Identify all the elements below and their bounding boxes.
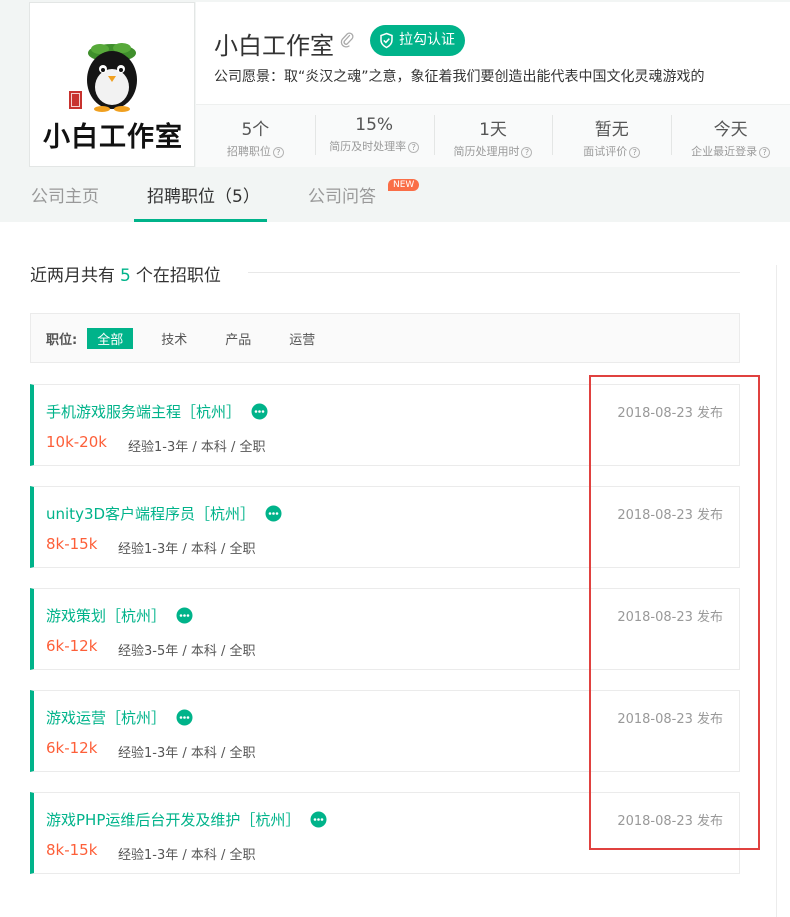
stat-value: 今天 — [713, 120, 748, 140]
job-requirements: 经验3-5年 / 本科 / 全职 — [118, 644, 256, 659]
summary-suffix: 个在招职位 — [135, 266, 221, 286]
stat-label: 企业最近登录? — [671, 143, 790, 159]
help-icon[interactable]: ? — [521, 147, 533, 158]
shield-check-icon — [380, 32, 393, 49]
filter-option-product[interactable]: 产品 — [215, 328, 261, 349]
stat-value: 5个 — [241, 120, 270, 140]
job-card[interactable]: unity3D客户端程序员［杭州］ 8k-15k 经验1-3年 / 本科 / 全… — [30, 486, 740, 568]
job-publish-date: 2018-08-23 发布 — [617, 406, 723, 421]
stat-value: 15% — [355, 115, 394, 135]
stat-resume-time: 1天 简历处理用时? — [433, 105, 553, 168]
job-publish-date: 2018-08-23 发布 — [617, 508, 723, 523]
company-logo: 小白工作室 — [29, 2, 195, 167]
job-requirements: 经验1-3年 / 本科 / 全职 — [118, 746, 256, 761]
help-icon[interactable]: ? — [272, 147, 284, 158]
job-count-summary: 近两月共有 5 个在招职位 — [30, 261, 221, 286]
job-title[interactable]: unity3D客户端程序员［杭州］ — [46, 503, 282, 524]
job-salary: 8k-15k — [46, 535, 98, 553]
job-card[interactable]: 游戏策划［杭州］ 6k-12k 经验3-5年 / 本科 / 全职 2018-08… — [30, 588, 740, 670]
job-requirements: 经验1-3年 / 本科 / 全职 — [128, 440, 266, 455]
job-salary: 6k-12k — [46, 739, 98, 757]
stat-last-login: 今天 企业最近登录? — [671, 105, 790, 168]
stat-interview-review: 暂无 面试评价? — [552, 105, 671, 168]
stat-value: 1天 — [479, 120, 507, 140]
job-requirements: 经验1-3年 / 本科 / 全职 — [118, 542, 256, 557]
job-salary: 10k-20k — [46, 433, 107, 451]
help-icon[interactable]: ? — [408, 142, 420, 153]
divider — [248, 272, 740, 273]
stat-value: 暂无 — [594, 120, 629, 140]
company-name: 小白工作室 — [214, 32, 334, 60]
job-card[interactable]: 游戏运营［杭州］ 6k-12k 经验1-3年 / 本科 / 全职 2018-08… — [30, 690, 740, 772]
certification-label: 拉勾认证 — [399, 32, 455, 48]
new-badge: NEW — [388, 179, 420, 191]
active-tab-indicator — [134, 219, 267, 222]
scrollbar-track[interactable] — [776, 265, 777, 917]
logo-wordmark: 小白工作室 — [43, 122, 183, 153]
tab-company-home[interactable]: 公司主页 — [31, 182, 99, 207]
job-title[interactable]: 游戏PHP运维后台开发及维护［杭州］ — [46, 809, 327, 830]
tab-company-qa[interactable]: 公司问答 — [308, 182, 376, 207]
summary-count: 5 — [120, 266, 131, 286]
company-tabs: 公司主页 招聘职位（5） 公司问答 NEW — [0, 170, 790, 222]
job-publish-date: 2018-08-23 发布 — [617, 610, 723, 625]
chat-icon[interactable] — [265, 505, 282, 522]
help-icon[interactable]: ? — [759, 147, 771, 158]
stat-label: 简历处理用时? — [434, 143, 553, 159]
stat-label: 招聘职位? — [196, 143, 315, 159]
company-vision: 公司愿景：取“炎汉之魂”之意，象征着我们要创造出能代表中国文化灵魂游戏的 — [214, 69, 705, 85]
job-title[interactable]: 手机游戏服务端主程［杭州］ — [46, 401, 268, 422]
job-salary: 8k-15k — [46, 841, 98, 859]
chat-icon[interactable] — [251, 403, 268, 420]
job-publish-date: 2018-08-23 发布 — [617, 712, 723, 727]
help-icon[interactable]: ? — [629, 147, 641, 158]
certification-badge[interactable]: 拉勾认证 — [370, 25, 465, 56]
filter-option-operations[interactable]: 运营 — [279, 328, 325, 349]
job-requirements: 经验1-3年 / 本科 / 全职 — [118, 848, 256, 863]
chat-icon[interactable] — [176, 607, 193, 624]
tab-jobs[interactable]: 招聘职位（5） — [147, 182, 260, 207]
chat-icon[interactable] — [310, 811, 327, 828]
company-stats: 5个 招聘职位? 15% 简历及时处理率? 1天 简历处理用时? 暂无 面试评价… — [196, 104, 790, 167]
attachment-icon[interactable] — [340, 31, 354, 49]
stat-label: 简历及时处理率? — [315, 138, 434, 154]
filter-option-tech[interactable]: 技术 — [151, 328, 197, 349]
job-title[interactable]: 游戏策划［杭州］ — [46, 605, 193, 626]
stat-resume-rate: 15% 简历及时处理率? — [314, 105, 434, 168]
stat-label: 面试评价? — [552, 143, 671, 159]
filter-option-all[interactable]: 全部 — [87, 327, 134, 349]
chat-icon[interactable] — [176, 709, 193, 726]
job-publish-date: 2018-08-23 发布 — [617, 814, 723, 829]
job-card[interactable]: 游戏PHP运维后台开发及维护［杭州］ 8k-15k 经验1-3年 / 本科 / … — [30, 792, 740, 874]
job-salary: 6k-12k — [46, 637, 98, 655]
summary-prefix: 近两月共有 — [30, 266, 115, 286]
filter-label: 职位: — [46, 332, 78, 348]
job-title[interactable]: 游戏运营［杭州］ — [46, 707, 193, 728]
job-category-filter: 职位: 全部 技术 产品 运营 — [30, 313, 740, 363]
job-card[interactable]: 手机游戏服务端主程［杭州］ 10k-20k 经验1-3年 / 本科 / 全职 2… — [30, 384, 740, 466]
company-info-panel: 小白工作室 拉勾认证 公司愿景：取“炎汉之魂”之意，象征着我们要创造出能代表中国… — [196, 2, 790, 167]
stat-job-count: 5个 招聘职位? — [196, 105, 315, 168]
